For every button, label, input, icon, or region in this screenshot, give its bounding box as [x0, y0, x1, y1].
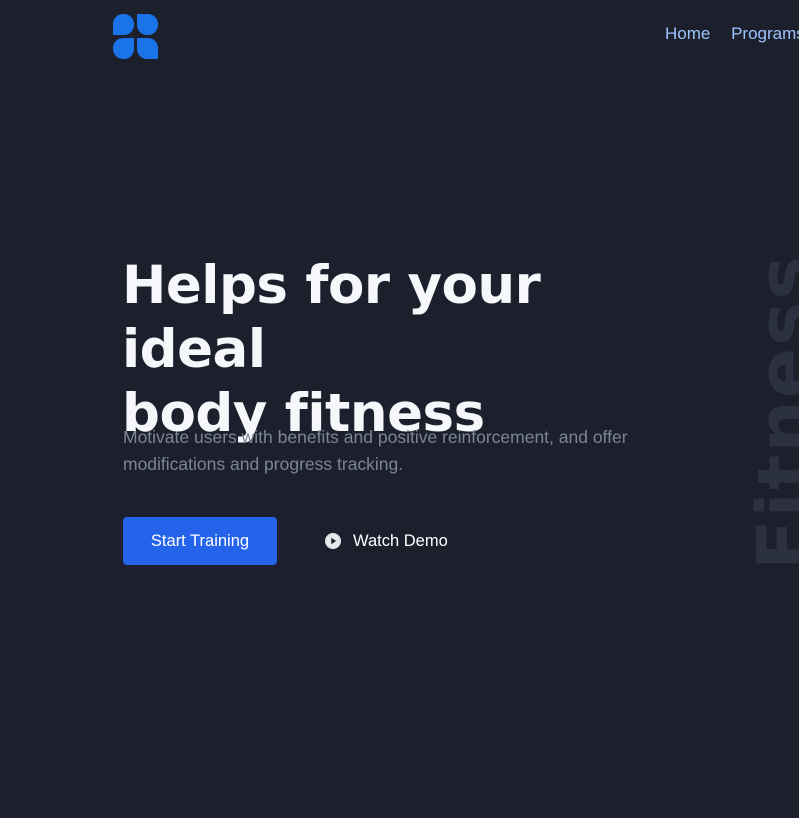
- watch-demo-button[interactable]: Watch Demo: [325, 529, 448, 553]
- watch-demo-label: Watch Demo: [353, 531, 448, 550]
- logo[interactable]: [113, 14, 158, 59]
- hero-title: Helps for your ideal body fitness: [122, 254, 682, 446]
- nav-link-programs[interactable]: Programs: [731, 24, 799, 43]
- hero-title-line-1: Helps for your ideal: [122, 255, 541, 380]
- main-nav: Home Programs: [665, 24, 799, 44]
- hero-subtitle: Motivate users with benefits and positiv…: [123, 427, 628, 474]
- nav-link-home[interactable]: Home: [665, 24, 710, 43]
- start-training-button[interactable]: Start Training: [123, 517, 277, 565]
- play-circle-icon: [325, 533, 341, 549]
- watermark-text: Fitness: [742, 253, 799, 570]
- four-petal-logo-icon: [113, 14, 158, 59]
